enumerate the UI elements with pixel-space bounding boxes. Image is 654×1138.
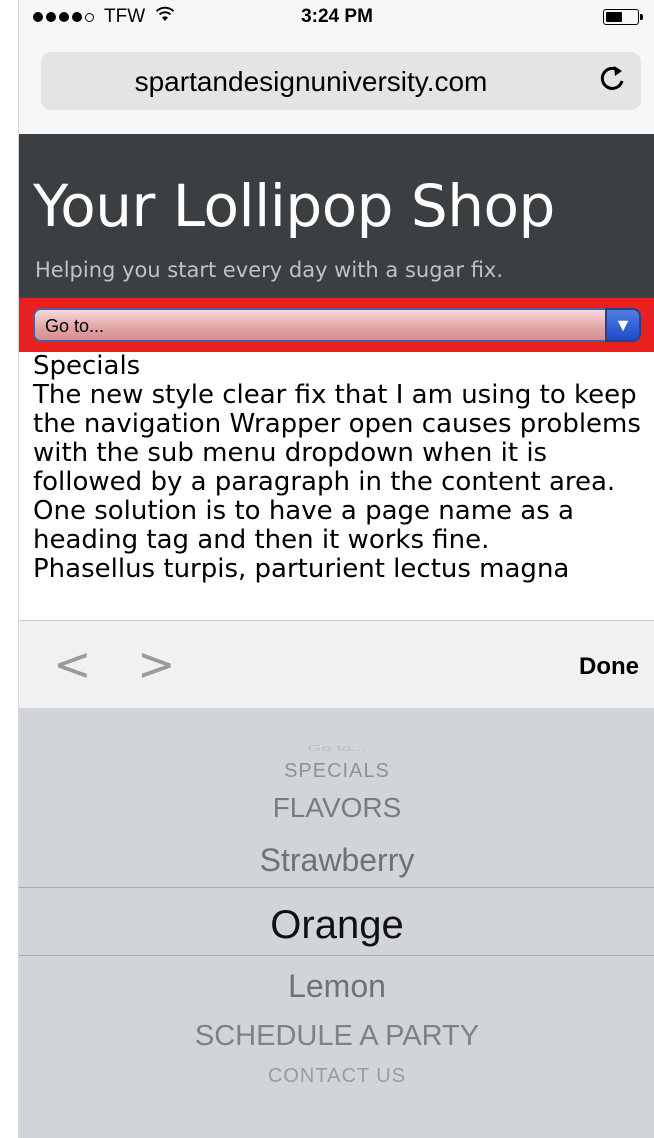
content-cut-line: Phasellus turpis, parturient lectus magn…	[33, 554, 570, 584]
picker-option[interactable]: Strawberry	[19, 842, 654, 879]
previous-field-icon[interactable]: <	[53, 637, 92, 691]
done-button[interactable]: Done	[579, 653, 639, 681]
reload-icon[interactable]	[597, 62, 627, 104]
content-area: Specials The new style clear fix that I …	[19, 352, 654, 648]
site-header: Your Lollipop Shop Helping you start eve…	[19, 134, 654, 298]
content-heading: Specials	[33, 352, 141, 381]
navigation-band: Go to... ▼	[19, 298, 654, 352]
site-title: Your Lollipop Shop	[33, 172, 555, 240]
phone-screen: TFW 3:24 PM spartandesignuniversity.com …	[18, 0, 654, 1138]
content-paragraph: The new style clear fix that I am using …	[33, 380, 641, 555]
option-picker[interactable]: Go to... SPECIALS FLAVORS Strawberry Ora…	[19, 708, 654, 1138]
picker-option-selected[interactable]: Orange	[19, 903, 654, 948]
selection-line-bottom	[19, 955, 654, 956]
picker-option[interactable]: Lemon	[19, 968, 654, 1005]
selection-line-top	[19, 887, 654, 888]
picker-toolbar: < > Done	[19, 620, 654, 709]
next-field-icon[interactable]: >	[137, 637, 176, 691]
status-bar: TFW 3:24 PM	[19, 0, 654, 34]
status-time: 3:24 PM	[301, 6, 373, 27]
picker-option[interactable]: FLAVORS	[19, 792, 654, 824]
picker-option[interactable]: SCHEDULE A PARTY	[19, 1020, 654, 1053]
picker-option[interactable]: CONTACT US	[19, 1065, 654, 1088]
picker-option[interactable]: Go to...	[19, 744, 654, 753]
url-text[interactable]: spartandesignuniversity.com	[41, 66, 581, 98]
address-bar[interactable]: spartandesignuniversity.com	[41, 52, 641, 110]
picker-option[interactable]: SPECIALS	[19, 760, 654, 783]
goto-select-label: Go to...	[45, 316, 105, 336]
battery-icon	[603, 9, 643, 25]
goto-select[interactable]: Go to... ▼	[33, 308, 641, 342]
chevron-down-icon[interactable]: ▼	[605, 308, 641, 342]
site-tagline: Helping you start every day with a sugar…	[35, 258, 504, 282]
